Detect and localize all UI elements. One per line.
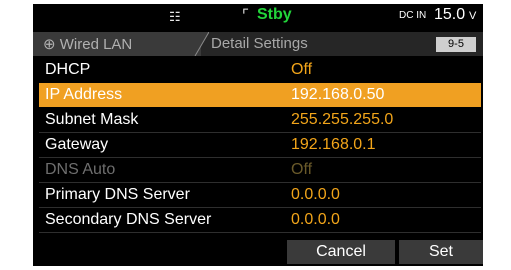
row-label: DHCP: [45, 61, 91, 78]
power-unit: V: [469, 10, 477, 22]
row-value: 255.255.255.0: [291, 111, 394, 128]
divider: [39, 232, 481, 233]
globe-icon: ⊕: [43, 36, 56, 53]
row-subnet-mask[interactable]: Subnet Mask 255.255.255.0: [39, 108, 481, 132]
page-title: Detail Settings: [211, 35, 308, 52]
status-bar: ☷ ⌜ Stby DC IN 15.0 V: [33, 4, 483, 30]
row-dhcp[interactable]: DHCP Off: [39, 58, 481, 82]
tab-wired-lan-label: Wired LAN: [59, 36, 133, 53]
row-dns-auto: DNS Auto Off: [39, 158, 481, 182]
row-label: DNS Auto: [45, 161, 116, 178]
cancel-button[interactable]: Cancel: [287, 240, 395, 264]
row-secondary-dns[interactable]: Secondary DNS Server 0.0.0.0: [39, 208, 481, 232]
button-bar: Cancel Set: [33, 240, 483, 266]
row-value: 0.0.0.0: [291, 186, 340, 203]
row-label: IP Address: [45, 86, 123, 103]
row-primary-dns[interactable]: Primary DNS Server 0.0.0.0: [39, 183, 481, 207]
row-label: Primary DNS Server: [45, 186, 190, 203]
row-gateway[interactable]: Gateway 192.168.0.1: [39, 133, 481, 157]
row-value: 192.168.0.1: [291, 136, 376, 153]
row-value: 0.0.0.0: [291, 211, 340, 228]
row-ip-address[interactable]: IP Address 192.168.0.50: [39, 83, 481, 107]
set-button[interactable]: Set: [399, 240, 483, 264]
row-label: Gateway: [45, 136, 109, 153]
standby-icon: ⌜: [242, 7, 250, 24]
row-value: Off: [291, 161, 313, 178]
row-value: Off: [291, 61, 313, 78]
menu-header: ⊕ Wired LAN Detail Settings 9-5: [33, 32, 483, 56]
row-label: Secondary DNS Server: [45, 211, 212, 228]
page-number-badge: 9-5: [436, 37, 476, 52]
network-icon: ☷: [169, 9, 181, 24]
row-value: 192.168.0.50: [291, 86, 385, 103]
camera-screen: ☷ ⌜ Stby DC IN 15.0 V ⊕ Wired LAN Detail…: [33, 4, 483, 266]
tab-wired-lan[interactable]: ⊕ Wired LAN: [33, 32, 201, 56]
power-label: DC IN: [399, 10, 427, 21]
standby-status: Stby: [257, 6, 292, 23]
tab-divider: [193, 32, 209, 56]
power-value: 15.0: [434, 6, 466, 23]
row-label: Subnet Mask: [45, 111, 139, 128]
